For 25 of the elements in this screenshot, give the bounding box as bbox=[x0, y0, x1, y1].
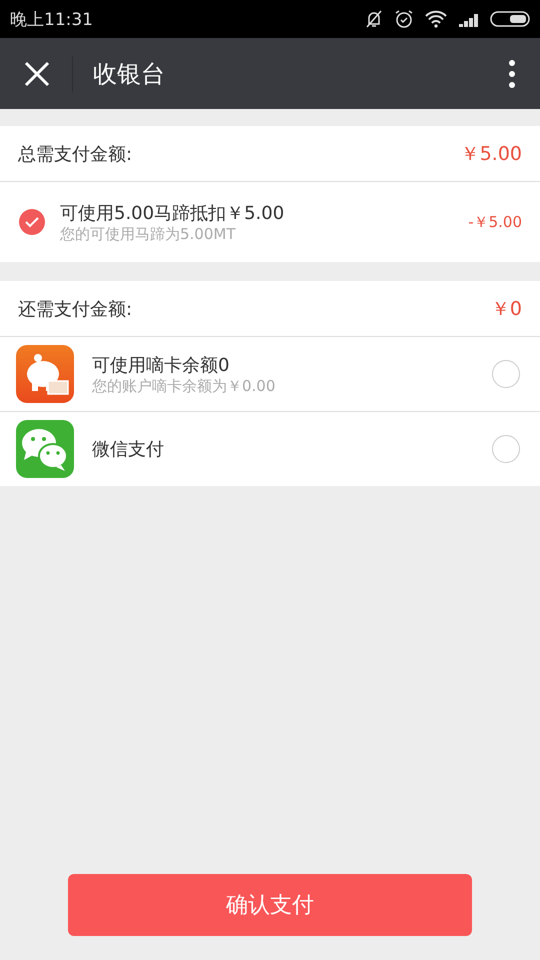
remaining-label: 还需支付金额: bbox=[18, 298, 132, 320]
status-time: 晚上11:31 bbox=[10, 8, 93, 30]
total-label: 总需支付金额: bbox=[18, 142, 132, 166]
signal-icon bbox=[458, 11, 480, 27]
method-title: 可使用嘀卡余额0 bbox=[92, 354, 230, 376]
battery-icon bbox=[490, 11, 532, 27]
discount-amount: -￥5.00 bbox=[468, 212, 522, 232]
more-icon[interactable] bbox=[508, 58, 516, 88]
method-title: 微信支付 bbox=[92, 438, 165, 461]
wifi-icon bbox=[424, 10, 448, 28]
alarm-icon bbox=[394, 9, 414, 29]
piggy-bank-icon bbox=[16, 345, 74, 403]
total-amount: ￥5.00 bbox=[460, 142, 522, 166]
method-subtitle: 您的账户嘀卡余额为￥0.00 bbox=[92, 376, 276, 396]
discount-title: 可使用5.00马蹄抵扣￥5.00 bbox=[60, 202, 286, 224]
discount-subtitle: 您的可使用马蹄为5.00MT bbox=[60, 224, 237, 244]
page-title: 收银台 bbox=[93, 58, 166, 90]
confirm-pay-button[interactable]: 确认支付 bbox=[68, 874, 472, 936]
close-icon[interactable] bbox=[24, 60, 50, 86]
chat-bubbles-icon bbox=[16, 420, 74, 478]
remaining-amount: ￥0 bbox=[490, 296, 522, 322]
bell-off-icon bbox=[364, 9, 384, 29]
radio-button[interactable] bbox=[492, 360, 520, 388]
radio-button[interactable] bbox=[492, 435, 520, 463]
checkbox[interactable] bbox=[18, 208, 46, 236]
